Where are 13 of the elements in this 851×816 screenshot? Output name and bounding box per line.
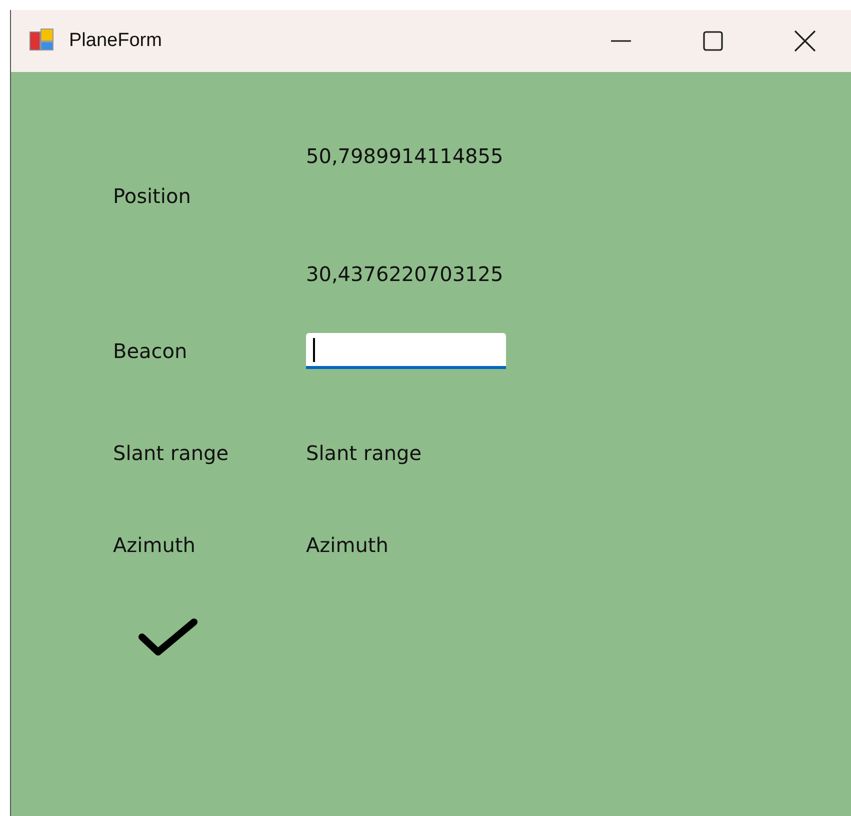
latitude-value: 50,7989914114855 xyxy=(306,144,504,168)
beacon-label: Beacon xyxy=(113,339,188,363)
position-label: Position xyxy=(113,184,192,208)
window-title: PlaneForm xyxy=(69,30,162,52)
slant-range-value: Slant range xyxy=(306,441,423,465)
maximize-icon xyxy=(702,30,724,52)
slant-range-label: Slant range xyxy=(113,441,230,465)
minimize-icon xyxy=(611,40,631,42)
close-icon xyxy=(794,30,816,52)
azimuth-value: Azimuth xyxy=(306,533,390,557)
longitude-value: 30,4376220703125 xyxy=(306,262,504,286)
beacon-input-field[interactable] xyxy=(306,333,506,369)
azimuth-label: Azimuth xyxy=(113,533,196,557)
